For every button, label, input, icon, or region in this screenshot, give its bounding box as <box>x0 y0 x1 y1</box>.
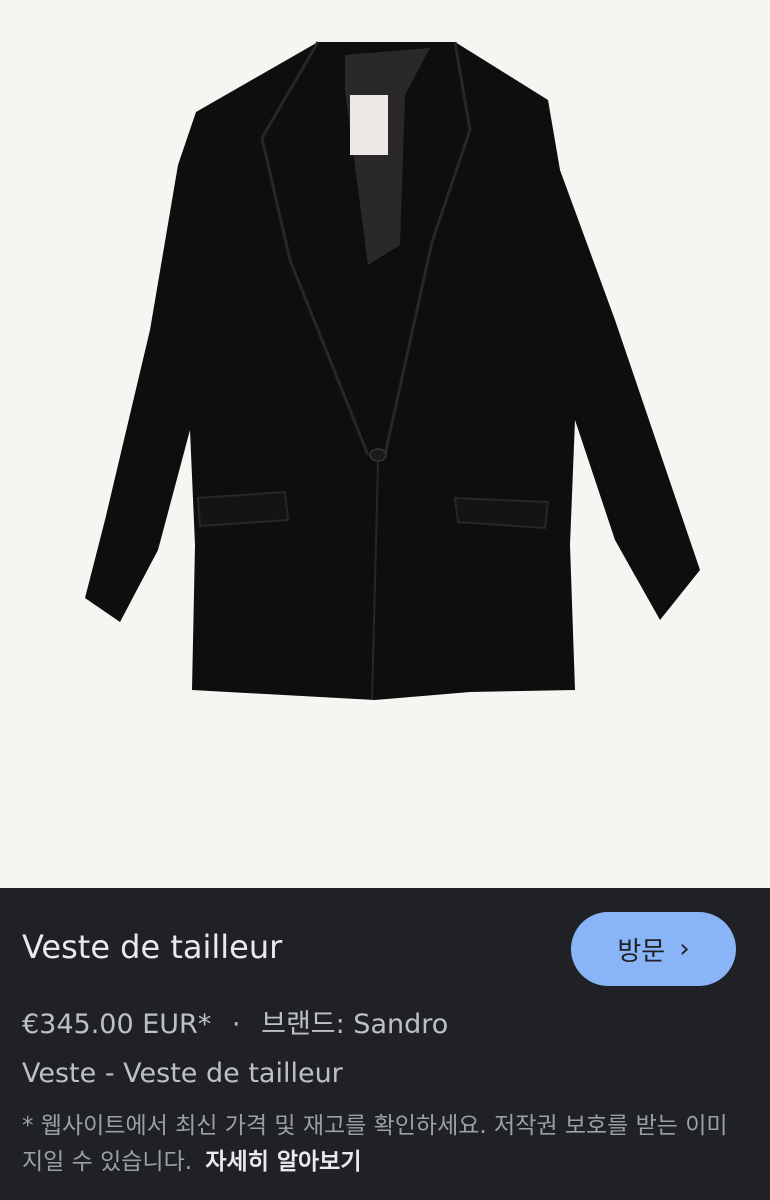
jacket-label-tag <box>350 95 388 155</box>
separator-dot: · <box>231 1009 241 1040</box>
jacket-button <box>369 448 387 462</box>
copyright-notice: * 웹사이트에서 최신 가격 및 재고를 확인하세요. 저작권 보호를 받는 이… <box>22 1108 742 1180</box>
price-brand-line: €345.00 EUR* · 브랜드: Sandro <box>22 1002 448 1041</box>
jacket-pocket-right <box>453 496 550 530</box>
chevron-right-icon: › <box>679 934 690 964</box>
product-preview-page: Veste de tailleur 방문 › €345.00 EUR* · 브랜… <box>0 0 770 1200</box>
product-title[interactable]: Veste de tailleur <box>22 928 282 966</box>
visit-button[interactable]: 방문 › <box>571 912 736 986</box>
blazer-illustration <box>85 41 700 701</box>
jacket-pocket-left <box>196 490 290 528</box>
visit-button-label: 방문 <box>617 936 666 967</box>
product-subtitle: Veste - Veste de tailleur <box>22 1058 343 1089</box>
product-image[interactable] <box>0 0 770 888</box>
product-info-panel: Veste de tailleur 방문 › €345.00 EUR* · 브랜… <box>0 888 770 1200</box>
product-brand: 브랜드: Sandro <box>261 1009 449 1040</box>
notice-text: * 웹사이트에서 최신 가격 및 재고를 확인하세요. 저작권 보호를 받는 이… <box>22 1113 728 1175</box>
product-price: €345.00 EUR* <box>22 1009 212 1040</box>
learn-more-link[interactable]: 자세히 알아보기 <box>205 1149 361 1175</box>
